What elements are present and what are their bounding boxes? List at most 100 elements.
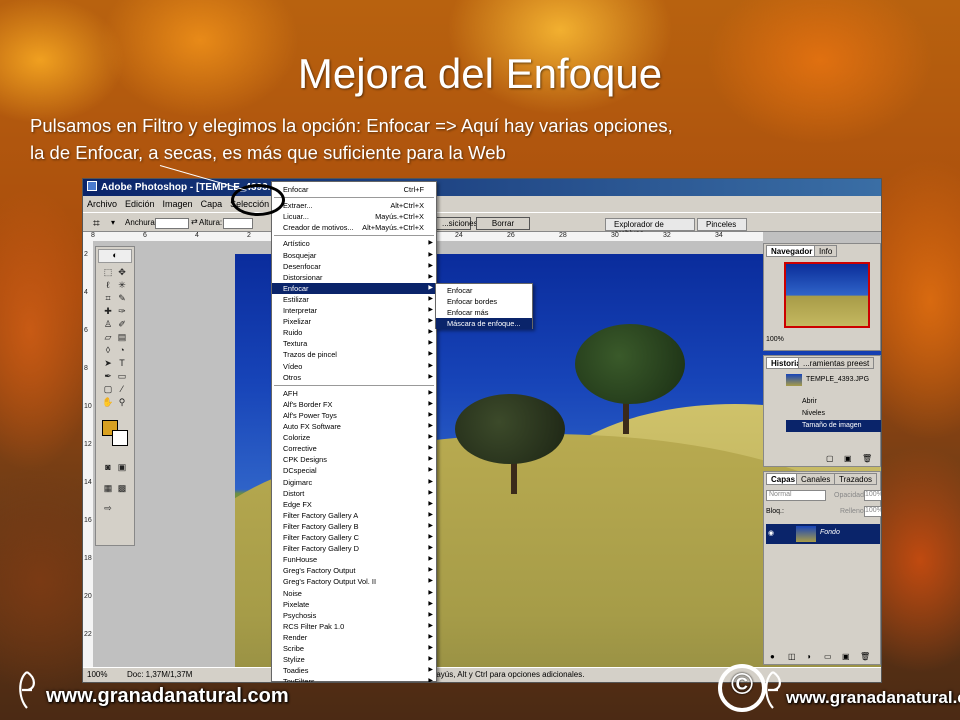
tab-tool-presets[interactable]: ...ramientas preest <box>798 357 875 369</box>
menu-item[interactable]: Distorsionar ▶ <box>272 272 436 283</box>
fill-value[interactable]: 100% <box>864 506 881 517</box>
submenu-item[interactable]: Enfocar más <box>436 307 532 318</box>
tool-preset-chevron-icon[interactable]: ▾ <box>111 218 115 227</box>
menu-item[interactable]: Corrective ▶ <box>272 443 436 454</box>
new-document-icon[interactable]: ▣ <box>844 454 852 463</box>
menu-item[interactable]: Filter Factory Gallery C ▶ <box>272 532 436 543</box>
menu-item[interactable]: AFH ▶ <box>272 388 436 399</box>
eyedropper-icon[interactable]: ⁄ <box>116 384 128 395</box>
hand-tool-icon[interactable]: ✋ <box>102 397 114 408</box>
background-color-swatch[interactable] <box>112 430 128 446</box>
menu-item[interactable]: Filter Factory Gallery D ▶ <box>272 543 436 554</box>
menu-item[interactable]: Enfocar Ctrl+F <box>272 184 436 195</box>
menu-item[interactable]: Greg's Factory Output ▶ <box>272 565 436 576</box>
eye-icon[interactable]: ◉ <box>768 529 774 537</box>
clear-button[interactable]: Borrar <box>476 217 530 230</box>
tab-navigator[interactable]: Navegador <box>766 245 818 257</box>
jump-to-imageready-icon[interactable]: ⇨ <box>102 503 114 514</box>
menu-item[interactable]: Desenfocar ▶ <box>272 261 436 272</box>
history-brush-icon[interactable]: ✐ <box>116 319 128 330</box>
tab-channels[interactable]: Canales <box>796 473 836 485</box>
blur-tool-icon[interactable]: ◊ <box>102 345 114 356</box>
menu-item[interactable]: Render ▶ <box>272 632 436 643</box>
history-snapshot[interactable]: TEMPLE_4393.JPG <box>766 372 880 390</box>
menu-item[interactable]: Pixelate ▶ <box>272 599 436 610</box>
healing-tool-icon[interactable]: ✚ <box>102 306 114 317</box>
submenu-item[interactable]: Enfocar bordes <box>436 296 532 307</box>
history-row[interactable]: Tamaño de imagen <box>786 420 881 432</box>
eraser-tool-icon[interactable]: ▱ <box>102 332 114 343</box>
menu-item[interactable]: Scribe ▶ <box>272 643 436 654</box>
trash-icon[interactable]: 🗑 <box>862 454 872 463</box>
zoom-tool-icon[interactable]: ⚲ <box>116 397 128 408</box>
slice-tool-icon[interactable]: ✎ <box>116 293 128 304</box>
menu-item[interactable]: RCS Filter Pak 1.0 ▶ <box>272 621 436 632</box>
status-zoom[interactable]: 100% <box>87 670 107 679</box>
gradient-tool-icon[interactable]: ▤ <box>116 332 128 343</box>
menu-item[interactable]: CPK Designs ▶ <box>272 454 436 465</box>
menu-item[interactable]: Toadies ▶ <box>272 665 436 676</box>
new-layer-icon[interactable]: ▣ <box>842 652 850 661</box>
layer-row-background[interactable]: ◉ Fondo <box>766 524 880 544</box>
menu-item[interactable]: Otros ▶ <box>272 372 436 383</box>
menu-item[interactable]: Bosquejar ▶ <box>272 250 436 261</box>
submenu-item[interactable]: Enfocar <box>436 285 532 296</box>
menu-item[interactable]: Vídeo ▶ <box>272 361 436 372</box>
width-field[interactable] <box>155 218 189 229</box>
path-select-icon[interactable]: ➤ <box>102 358 114 369</box>
menu-imagen[interactable]: Imagen <box>159 196 197 212</box>
group-icon[interactable]: ▭ <box>824 652 832 661</box>
menu-item[interactable]: Licuar... Mayús.+Ctrl+X <box>272 211 436 222</box>
menu-item[interactable]: Filter Factory Gallery B ▶ <box>272 521 436 532</box>
menu-item[interactable]: Ruido ▶ <box>272 327 436 338</box>
trash-icon[interactable]: 🗑 <box>860 652 870 661</box>
menu-item[interactable]: FunHouse ▶ <box>272 554 436 565</box>
menu-item[interactable]: Interpretar ▶ <box>272 305 436 316</box>
menu-item[interactable]: Distort ▶ <box>272 488 436 499</box>
lasso-tool-icon[interactable]: ℓ <box>102 280 114 291</box>
magic-wand-icon[interactable]: ✳ <box>116 280 128 291</box>
status-doc-size[interactable]: Doc: 1,37M/1,37M <box>127 670 192 679</box>
tab-layers[interactable]: Capas <box>766 473 801 485</box>
menu-item[interactable]: Alf's Power Toys ▶ <box>272 410 436 421</box>
new-snapshot-icon[interactable]: ▢ <box>826 454 834 463</box>
tab-file-browser[interactable]: Explorador de archivos <box>605 218 695 238</box>
fullscreen-mode-icon[interactable]: ▩ <box>116 483 128 494</box>
menu-item[interactable]: Colorize ▶ <box>272 432 436 443</box>
menu-item[interactable]: ToyFilters ▶ <box>272 676 436 682</box>
tab-paths[interactable]: Trazados <box>834 473 878 485</box>
opacity-value[interactable]: 100% <box>864 490 881 501</box>
menu-item[interactable]: Auto FX Software ▶ <box>272 421 436 432</box>
brush-tool-icon[interactable]: ✑ <box>116 306 128 317</box>
menu-item[interactable]: Estilizar ▶ <box>272 294 436 305</box>
standard-mode-icon[interactable]: ▣ <box>116 462 128 473</box>
positions-button[interactable]: ...siciones <box>435 217 478 230</box>
menu-item[interactable]: Psychosis ▶ <box>272 610 436 621</box>
tab-info[interactable]: Info <box>814 245 838 257</box>
menu-item[interactable]: Pixelizar ▶ <box>272 316 436 327</box>
menu-item[interactable]: Greg's Factory Output Vol. II ▶ <box>272 576 436 587</box>
height-field[interactable] <box>223 218 253 229</box>
menu-item[interactable]: Filter Factory Gallery A ▶ <box>272 510 436 521</box>
navigator-zoom-value[interactable]: 100% <box>766 336 784 343</box>
shape-tool-icon[interactable]: ▭ <box>116 371 128 382</box>
menu-item[interactable]: Extraer... Alt+Ctrl+X <box>272 200 436 211</box>
swap-icon[interactable]: ⇄ <box>191 217 198 226</box>
menu-item[interactable]: Noise ▶ <box>272 588 436 599</box>
menu-item[interactable]: Trazos de pincel ▶ <box>272 349 436 360</box>
type-tool-icon[interactable]: T <box>116 358 128 369</box>
menu-archivo[interactable]: Archivo <box>83 196 121 212</box>
history-row[interactable]: Abrir <box>786 396 881 408</box>
move-tool-icon[interactable]: ✥ <box>116 267 128 278</box>
crop-tool-icon[interactable]: ⌗ <box>102 293 114 304</box>
pen-tool-icon[interactable]: ✒ <box>102 371 114 382</box>
notes-tool-icon[interactable]: ▢ <box>102 384 114 395</box>
history-row[interactable]: Niveles <box>786 408 881 420</box>
menu-edicion[interactable]: Edición <box>121 196 159 212</box>
tab-brushes[interactable]: Pinceles <box>697 218 747 231</box>
menu-item[interactable]: Alf's Border FX ▶ <box>272 399 436 410</box>
menu-item[interactable]: Edge FX ▶ <box>272 499 436 510</box>
menu-item[interactable]: Creador de motivos... Alt+Mayús.+Ctrl+X <box>272 222 436 233</box>
dodge-tool-icon[interactable]: ◔ <box>116 345 128 356</box>
menu-capa[interactable]: Capa <box>197 196 227 212</box>
